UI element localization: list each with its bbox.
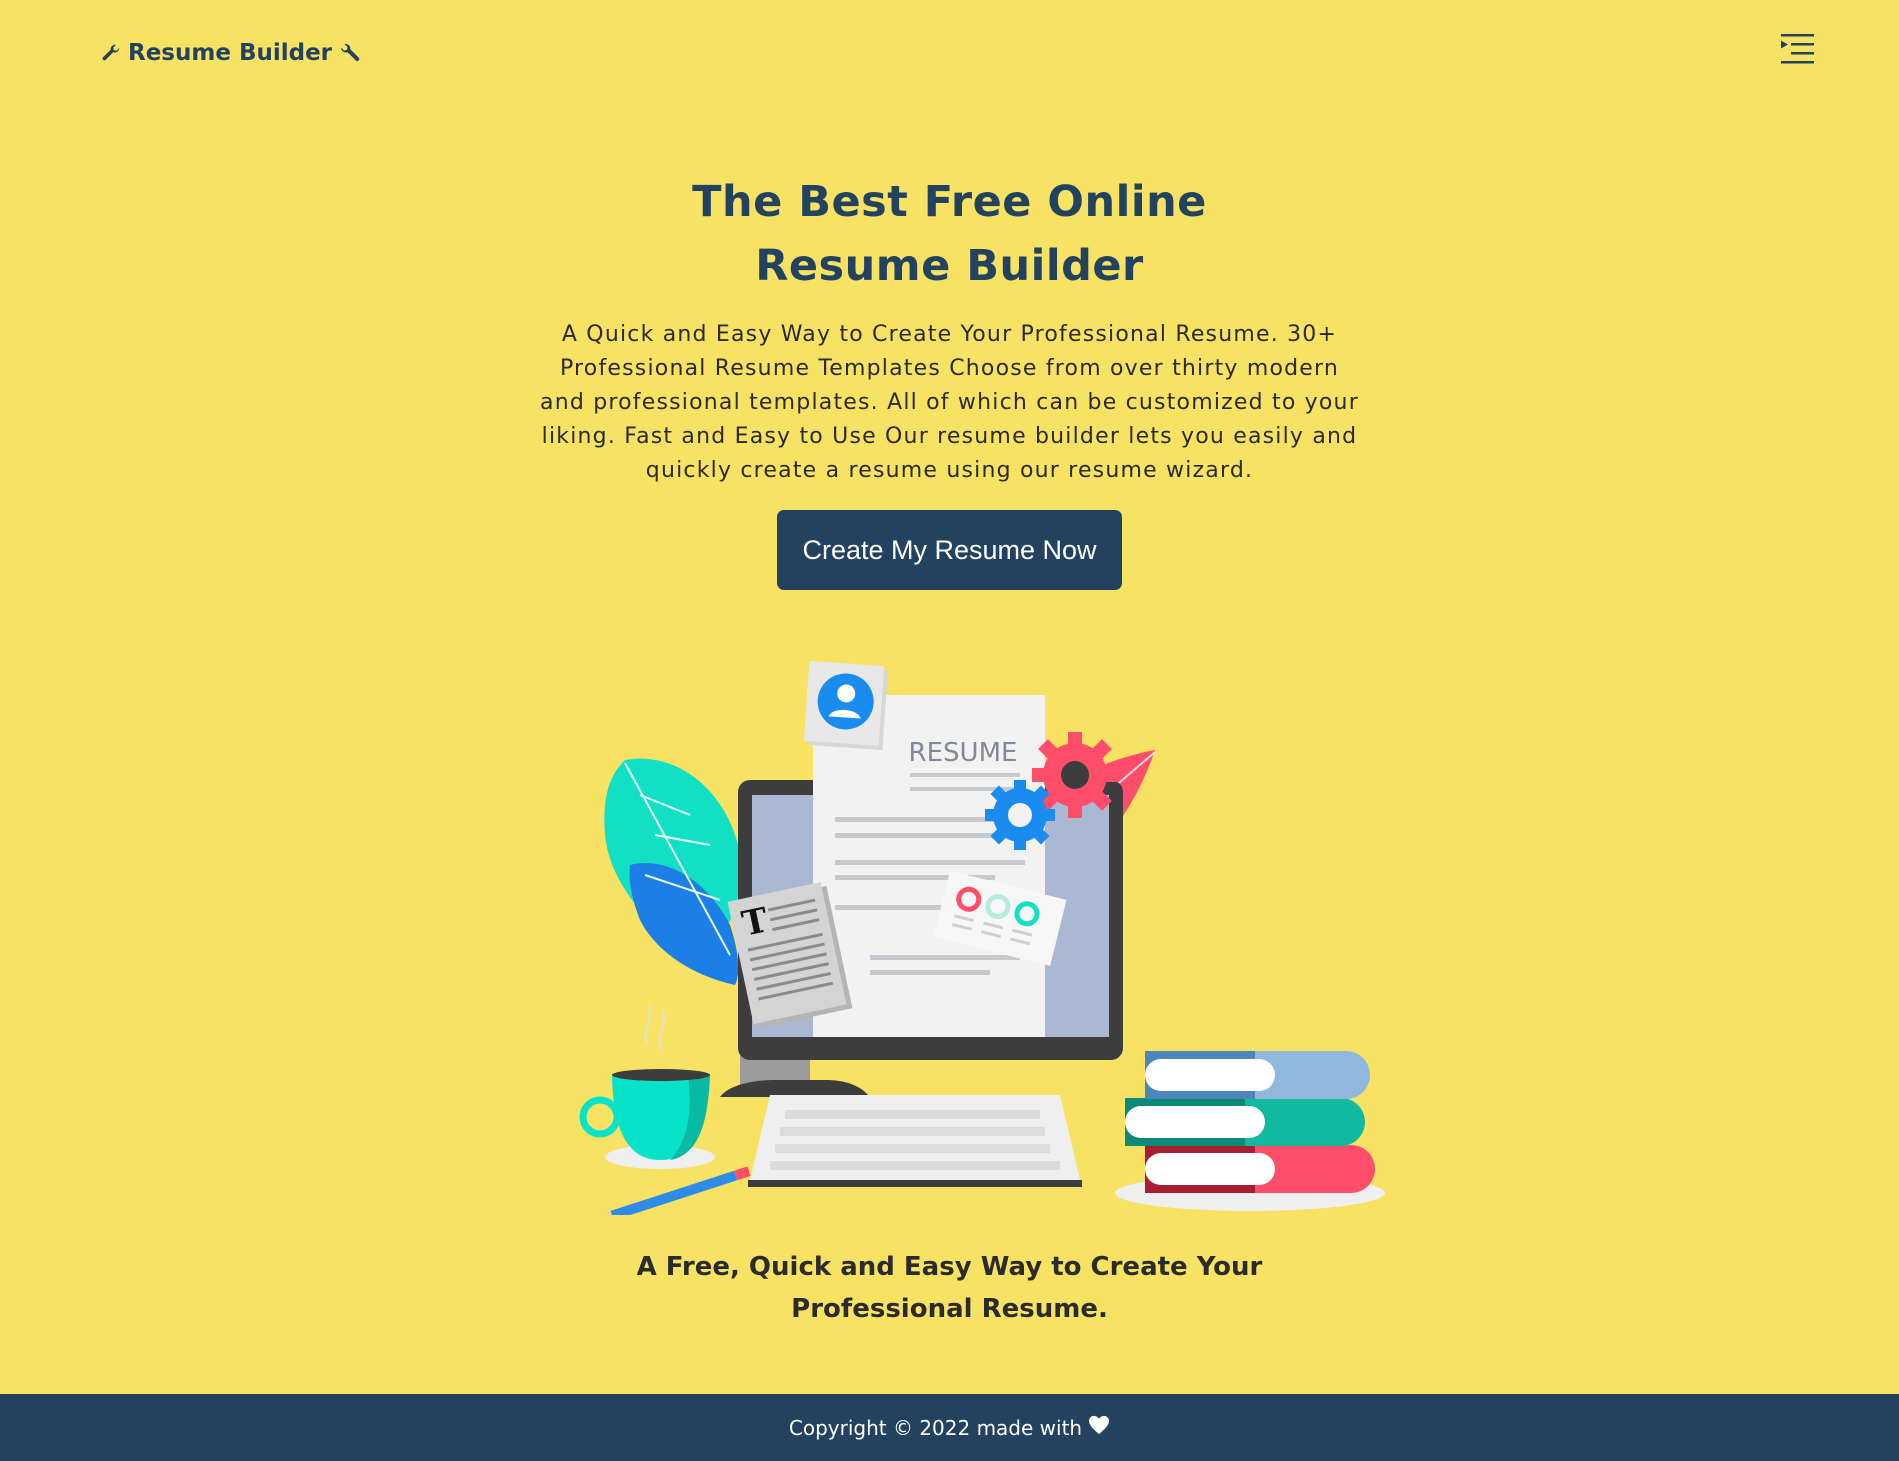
pencil bbox=[600, 1166, 751, 1215]
heart-icon bbox=[1088, 1415, 1110, 1440]
brand-link[interactable]: Resume Builder bbox=[100, 40, 362, 66]
wrench-icon bbox=[338, 41, 362, 65]
tagline: A Free, Quick and Easy Way to Create You… bbox=[0, 1246, 1899, 1330]
hero-section: The Best Free Online Resume Builder A Qu… bbox=[0, 170, 1899, 590]
profile-photo-card bbox=[803, 660, 888, 751]
copyright-text: Copyright © 2022 made with bbox=[788, 1415, 1083, 1440]
brand-label: Resume Builder bbox=[128, 40, 333, 66]
resume-heading: RESUME bbox=[909, 738, 1018, 768]
left-leaves bbox=[604, 758, 741, 985]
wrench-icon bbox=[100, 42, 122, 64]
menu-toggle-button[interactable] bbox=[1781, 32, 1817, 66]
resume-illustration: RESUME T bbox=[579, 660, 1385, 1215]
tagline-text: A Free, Quick and Easy Way to Create You… bbox=[636, 1252, 1263, 1324]
keyboard bbox=[748, 1095, 1082, 1187]
create-resume-button[interactable]: Create My Resume Now bbox=[777, 510, 1122, 590]
menu-indent-icon bbox=[1781, 34, 1814, 64]
hero-description: A Quick and Easy Way to Create Your Prof… bbox=[540, 322, 1359, 483]
navbar: Resume Builder bbox=[0, 0, 1899, 110]
coffee-cup bbox=[579, 1004, 715, 1169]
footer: Copyright © 2022 made with bbox=[0, 1394, 1899, 1461]
book-stack bbox=[1115, 1051, 1385, 1211]
hero-title: The Best Free Online Resume Builder bbox=[692, 177, 1207, 291]
